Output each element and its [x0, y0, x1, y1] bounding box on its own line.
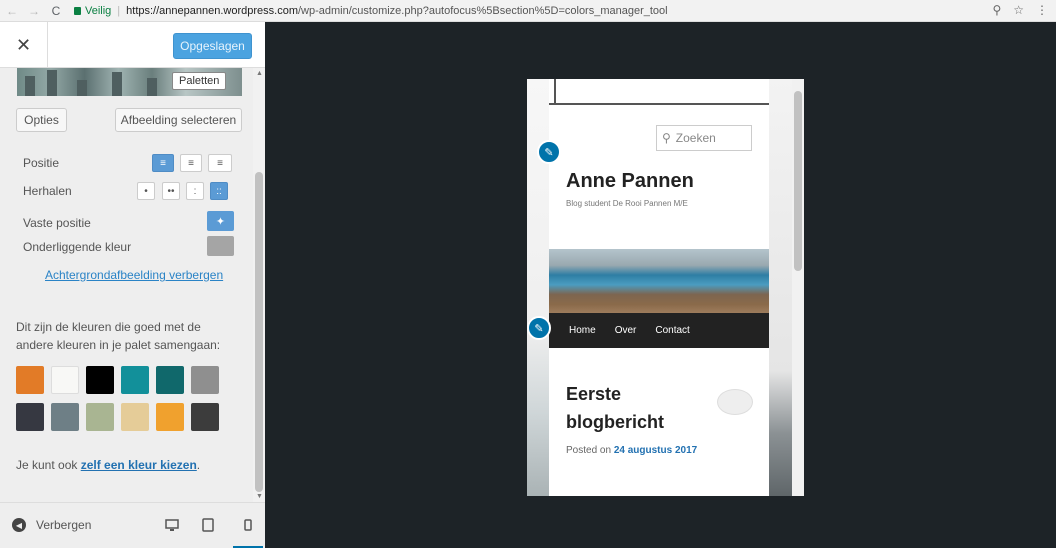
- thumbnail-building: [25, 76, 35, 96]
- panel-scrollbar[interactable]: ▲ ▼: [253, 68, 265, 502]
- edit-shortcut-icon[interactable]: ✎: [537, 140, 561, 164]
- custom-color-text: Je kunt ook zelf een kleur kiezen.: [16, 458, 200, 472]
- search-placeholder: Zoeken: [675, 131, 716, 145]
- nav-item-over[interactable]: Over: [615, 325, 637, 336]
- palette-swatch[interactable]: [191, 366, 219, 394]
- post-title[interactable]: Eerste blogbericht: [566, 380, 696, 436]
- header-line-vertical: [554, 79, 556, 104]
- panel-scrollbar-thumb[interactable]: [255, 172, 263, 492]
- repeat-y-icon[interactable]: :: [186, 182, 204, 200]
- palette-swatch[interactable]: [51, 366, 79, 394]
- browser-toolbar: ← → C Veilig | https://annepannen.wordpr…: [0, 0, 1056, 22]
- pin-icon[interactable]: ✦: [207, 211, 234, 231]
- url-host: https://annepannen.wordpress.com: [126, 4, 298, 17]
- browser-nav: ← → C: [0, 4, 62, 18]
- underlying-color-swatch[interactable]: [207, 236, 234, 256]
- palette-swatch[interactable]: [121, 366, 149, 394]
- thumbnail-building: [112, 72, 122, 96]
- scroll-up-icon[interactable]: ▲: [256, 70, 263, 77]
- customizer-footer: ◀ Verbergen: [0, 502, 265, 548]
- position-label: Positie: [23, 156, 60, 170]
- palette-swatch[interactable]: [156, 403, 184, 431]
- palette-swatch[interactable]: [16, 403, 44, 431]
- color-palette: [16, 366, 231, 431]
- site-description: Blog student De Rooi Pannen M/E: [566, 199, 688, 208]
- customizer-header: ✕ Opgeslagen: [0, 22, 265, 68]
- hide-background-image-link[interactable]: Achtergrondafbeelding verbergen: [45, 268, 223, 282]
- site-title[interactable]: Anne Pannen: [566, 170, 694, 193]
- header-image: [549, 249, 769, 314]
- site-navigation: Home Over Contact: [549, 313, 769, 348]
- back-icon[interactable]: ←: [6, 4, 18, 18]
- palettes-tooltip: Paletten: [172, 72, 227, 90]
- palette-swatch[interactable]: [156, 366, 184, 394]
- palette-swatch[interactable]: [86, 403, 114, 431]
- reload-icon[interactable]: C: [50, 4, 62, 18]
- scroll-down-icon[interactable]: ▼: [256, 493, 263, 500]
- secure-label: Veilig: [85, 4, 112, 17]
- select-image-button[interactable]: Afbeelding selecteren: [115, 108, 242, 132]
- palette-swatch[interactable]: [121, 403, 149, 431]
- save-button[interactable]: Opgeslagen: [173, 33, 252, 59]
- comment-bubble-icon[interactable]: [717, 389, 753, 415]
- posted-on-label: Posted on: [566, 445, 614, 456]
- zoom-icon[interactable]: ⚲: [992, 3, 1001, 17]
- search-icon: ⚲: [662, 131, 671, 145]
- thumbnail-building: [147, 78, 157, 96]
- url-separator: |: [117, 4, 121, 17]
- collapse-sidebar-button[interactable]: ◀ Verbergen: [12, 518, 91, 532]
- custom-color-suffix: .: [196, 458, 201, 472]
- align-left-icon[interactable]: ≡: [152, 154, 174, 172]
- thumbnail-building: [47, 70, 57, 96]
- bookmark-star-icon[interactable]: ☆: [1013, 3, 1024, 17]
- custom-color-link[interactable]: zelf een kleur kiezen: [81, 458, 197, 472]
- no-repeat-icon[interactable]: •: [137, 182, 155, 200]
- address-bar[interactable]: https://annepannen.wordpress.com/wp-admi…: [126, 5, 667, 17]
- mobile-preview-icon[interactable]: [233, 503, 263, 548]
- palette-swatch[interactable]: [191, 403, 219, 431]
- edit-shortcut-icon[interactable]: ✎: [527, 316, 551, 340]
- collapse-icon: ◀: [12, 518, 26, 532]
- fixed-label: Vaste positie: [23, 216, 91, 230]
- site-search-input[interactable]: ⚲ Zoeken: [656, 125, 752, 151]
- preview-scrollbar-thumb[interactable]: [794, 91, 802, 271]
- post-date-link[interactable]: 24 augustus 2017: [614, 445, 697, 456]
- underlying-color-label: Onderliggende kleur: [23, 240, 132, 254]
- lock-icon: [74, 6, 81, 15]
- repeat-all-icon[interactable]: ::: [210, 182, 228, 200]
- site-preview: ⚲ Zoeken Anne Pannen Blog student De Roo…: [527, 79, 804, 496]
- post-meta: Posted on 24 augustus 2017: [566, 444, 726, 458]
- repeat-label: Herhalen: [23, 184, 72, 198]
- header-line: [549, 103, 769, 105]
- align-center-icon[interactable]: ≡: [180, 154, 202, 172]
- tablet-preview-icon[interactable]: [199, 515, 217, 535]
- palette-description: Dit zijn de kleuren die goed met de ande…: [16, 320, 221, 352]
- nav-item-home[interactable]: Home: [569, 325, 596, 336]
- customizer-panel: ✕ Opgeslagen Paletten Opties Afbeelding …: [0, 22, 265, 548]
- align-right-icon[interactable]: ≡: [208, 154, 232, 172]
- browser-actions: ⚲ ☆ ⋮: [992, 3, 1048, 17]
- repeat-x-icon[interactable]: ••: [162, 182, 180, 200]
- collapse-label: Verbergen: [36, 518, 92, 532]
- menu-icon[interactable]: ⋮: [1036, 3, 1048, 17]
- palette-swatch[interactable]: [51, 403, 79, 431]
- site-page: ⚲ Zoeken Anne Pannen Blog student De Roo…: [549, 79, 769, 496]
- custom-color-prefix: Je kunt ook: [16, 458, 81, 472]
- close-button[interactable]: ✕: [0, 22, 48, 68]
- palette-swatch[interactable]: [16, 366, 44, 394]
- thumbnail-building: [77, 80, 87, 96]
- preview-scrollbar[interactable]: [792, 79, 804, 496]
- forward-icon[interactable]: →: [28, 4, 40, 18]
- palette-swatch[interactable]: [86, 366, 114, 394]
- url-path: /wp-admin/customize.php?autofocus%5Bsect…: [297, 4, 668, 17]
- options-button[interactable]: Opties: [16, 108, 67, 132]
- secure-indicator[interactable]: Veilig: [74, 5, 111, 17]
- section-content: Paletten Opties Afbeelding selecteren Po…: [0, 68, 253, 502]
- desktop-preview-icon[interactable]: [163, 515, 181, 535]
- nav-item-contact[interactable]: Contact: [655, 325, 689, 336]
